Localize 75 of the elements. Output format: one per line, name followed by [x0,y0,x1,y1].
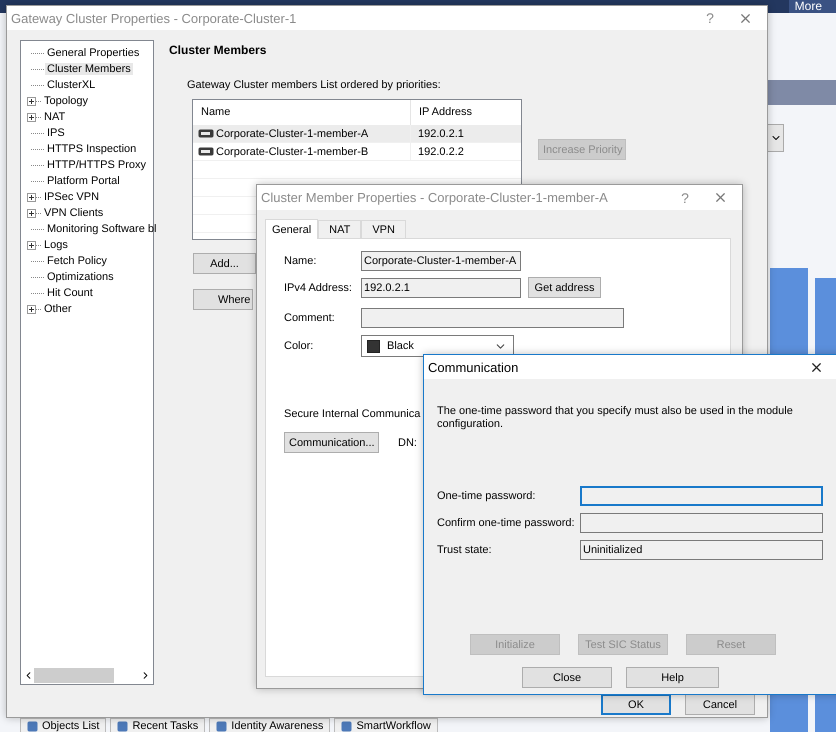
table-row[interactable]: Corporate-Cluster-1-member-B 192.0.2.2 [193,143,521,161]
bottom-tab[interactable]: SmartWorkflow [334,718,438,732]
dialog-button[interactable]: Close [522,667,612,688]
expand-icon[interactable] [27,304,36,314]
window-title: Gateway Cluster Properties - Corporate-Cluster-1 [11,10,298,26]
text-field[interactable] [361,308,624,328]
expand-icon[interactable] [27,112,36,122]
communication-button[interactable]: Communication... [284,432,379,453]
column-header[interactable]: IP Address [411,100,521,125]
field-label: IPv4 Address: [284,282,353,294]
tab-icon [341,720,352,732]
gateway-icon [198,129,214,138]
tab[interactable]: NAT [318,220,362,238]
tree-item[interactable]: IPSec VPN [42,191,102,203]
field-label: Confirm one-time password: [437,517,573,529]
tree-item[interactable]: NAT [42,111,68,123]
tree-item[interactable]: IPS [45,127,67,139]
tree-item[interactable]: HTTP/HTTPS Proxy [45,159,148,171]
tree-item[interactable]: Hit Count [45,287,95,299]
field-label: Comment: [284,312,336,324]
dropdown-button[interactable] [767,124,784,152]
tree-item[interactable]: Fetch Policy [45,255,109,267]
expand-icon[interactable] [27,208,36,218]
tree-item[interactable]: Optimizations [45,271,116,283]
tab-icon [117,720,128,732]
tab-icon [27,720,38,732]
field-label: Color: [284,340,314,352]
tab[interactable]: General [265,219,318,239]
table-cell: 192.0.2.1 [418,128,464,140]
table-row[interactable]: Corporate-Cluster-1-member-A 192.0.2.1 [193,125,521,143]
gateway-icon [198,147,214,156]
tree-item[interactable]: Logs [42,239,70,251]
list-button[interactable]: Where [193,289,253,310]
list-caption: Gateway Cluster members List ordered by priorities: [187,79,442,91]
window-title: Communication [428,360,520,374]
tab-icon [216,720,228,732]
tree-item[interactable]: VPN Clients [42,207,106,219]
tree-item[interactable]: ClusterXL [45,79,98,91]
field-label: Trust state: [437,544,493,556]
tree-item[interactable]: Platform Portal [45,175,122,187]
dialog-button[interactable]: Cancel [685,694,755,715]
password-field[interactable] [580,513,823,533]
list-button[interactable]: Add... [193,253,256,274]
table-cell: Corporate-Cluster-1-member-A [216,128,368,140]
bottom-tab[interactable]: Objects List [20,718,106,732]
tree-item[interactable]: Monitoring Software bl [45,223,158,235]
tab[interactable]: VPN [361,220,406,238]
expand-icon[interactable] [27,192,36,202]
field-label: Name: [284,255,318,267]
field-label: DN: [398,436,417,448]
section-heading: Cluster Members [169,43,268,57]
bottom-tab[interactable]: Recent Tasks [110,718,206,732]
message-text: The one-time password that you specify must also be used in the module configuration. [437,405,794,431]
tree-item[interactable]: Cluster Members [45,63,133,75]
tree-item[interactable]: Other [42,303,74,315]
section-label: Secure Internal Communica [284,408,420,420]
tree-item[interactable]: Topology [42,95,90,107]
text-field[interactable]: 192.0.2.1 [361,278,521,298]
table-cell: Corporate-Cluster-1-member-B [216,146,368,158]
field-label: One-time password: [437,490,536,502]
get-address-button[interactable]: Get address [528,277,601,298]
expand-icon[interactable] [27,240,36,250]
bottom-tab[interactable]: Identity Awareness [209,718,330,732]
dialog-button[interactable]: OK [601,694,671,715]
text-field[interactable]: Corporate-Cluster-1-member-A [361,251,521,271]
expand-icon[interactable] [27,96,36,106]
color-select[interactable]: Black [361,335,514,357]
table-cell: 192.0.2.2 [418,146,464,158]
password-field[interactable] [580,486,823,506]
tree-item[interactable]: HTTPS Inspection [45,143,138,155]
dialog-button[interactable]: Help [626,667,719,688]
window-title: Cluster Member Properties - Corporate-Cluster-1-member-A [261,190,609,205]
more-tab[interactable]: More [788,0,836,13]
tree-item[interactable]: General Properties [45,47,142,59]
trust-state-field[interactable]: Uninitialized [580,540,823,560]
